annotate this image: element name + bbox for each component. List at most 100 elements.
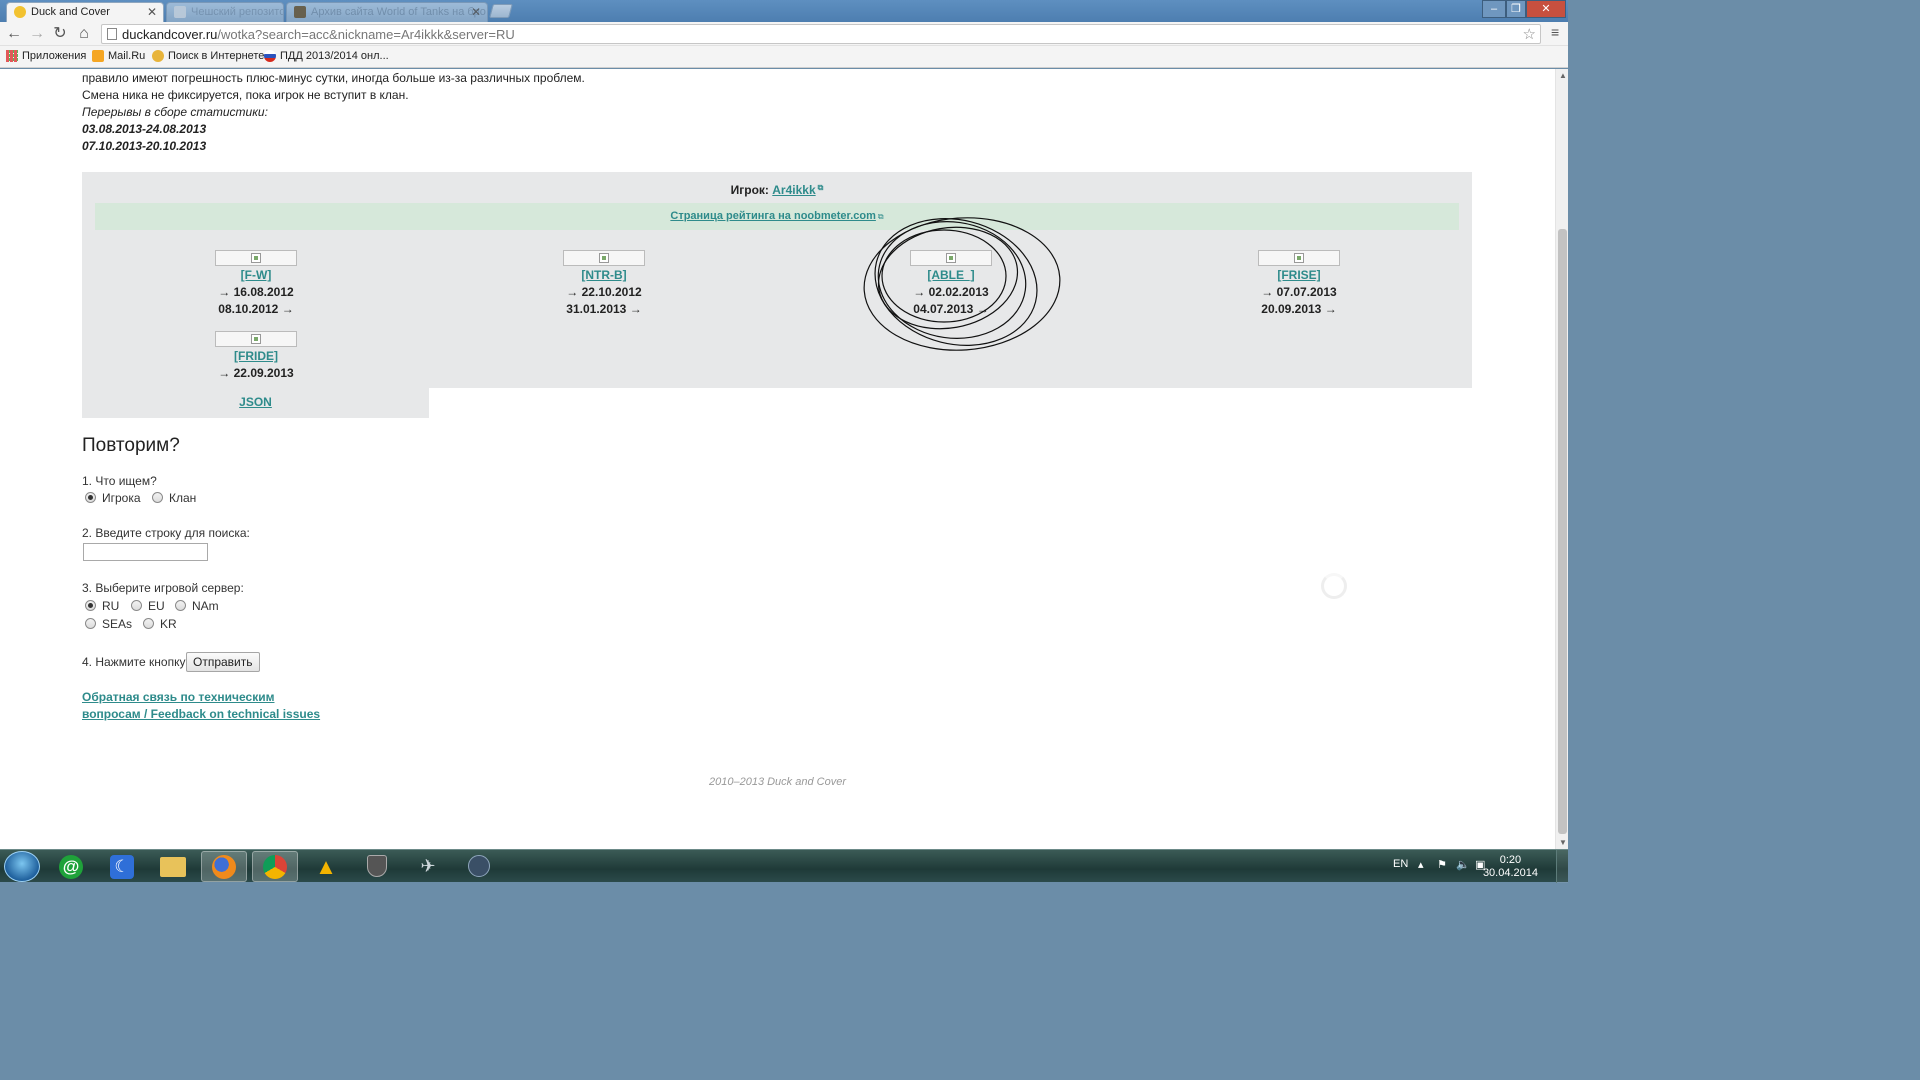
- app-circle-icon[interactable]: [456, 851, 502, 882]
- clan-tag-link[interactable]: [NTR-B]: [581, 268, 626, 282]
- json-link[interactable]: JSON: [239, 395, 272, 409]
- radio-dot[interactable]: [152, 492, 163, 503]
- question-2-label: 2. Введите строку для поиска:: [82, 526, 250, 540]
- clan-joined-date: → 16.08.2012: [218, 285, 294, 299]
- radio-player[interactable]: Игрока: [82, 491, 141, 505]
- maximize-button[interactable]: ❐: [1506, 0, 1526, 18]
- footer-copyright: 2010–2013 Duck and Cover: [709, 776, 846, 788]
- action-center-flag-icon[interactable]: ⚑: [1437, 858, 1447, 871]
- page-favicon-icon: [174, 6, 186, 18]
- clan-joined-date: → 22.09.2013: [218, 366, 294, 380]
- new-tab-button[interactable]: [489, 4, 513, 18]
- clan-entry: [FRIDE] → 22.09.2013: [156, 331, 356, 382]
- submit-button[interactable]: Отправить: [186, 652, 260, 672]
- form-title: Повторим?: [82, 435, 180, 456]
- home-icon[interactable]: ⌂: [74, 24, 94, 44]
- tab-background-2[interactable]: Архив сайта World of Tanks на бро ✕: [286, 2, 488, 22]
- clan-left-date: 31.01.2013 →: [566, 302, 642, 316]
- radio-dot[interactable]: [85, 600, 96, 611]
- loading-spinner-icon: [1321, 573, 1347, 599]
- radio-server-seas[interactable]: SEAs: [82, 617, 132, 631]
- clan-emblem-image: [1258, 250, 1340, 266]
- file-explorer-icon[interactable]: [150, 851, 196, 882]
- bookmarks-bar: Приложения Mail.Ru Поиск в Интернете ПДД…: [0, 46, 1568, 68]
- volume-icon[interactable]: 🔈: [1456, 858, 1470, 871]
- tab-duck-and-cover[interactable]: Duck and Cover ✕: [6, 2, 164, 22]
- scroll-up-icon[interactable]: ▲: [1559, 71, 1567, 80]
- system-clock[interactable]: 0:20 30.04.2014: [1483, 854, 1538, 880]
- forward-arrow-icon[interactable]: →: [27, 24, 47, 44]
- clan-tag-link[interactable]: [FRISE]: [1277, 268, 1320, 282]
- world-of-tanks-icon[interactable]: [354, 851, 400, 882]
- browser-toolbar: ← → ↻ ⌂ duckandcover.ru/wotka?search=acc…: [0, 22, 1568, 46]
- noobmeter-rating-link[interactable]: Страница рейтинга на noobmeter.com: [670, 210, 876, 222]
- clan-tag-link[interactable]: [F-W]: [241, 268, 272, 282]
- page-scrollbar[interactable]: ▲ ▼: [1555, 69, 1568, 849]
- close-window-button[interactable]: ✕: [1526, 0, 1566, 18]
- app-moon-icon[interactable]: ☾: [99, 851, 145, 882]
- radio-server-eu[interactable]: EU: [128, 599, 165, 613]
- firefox-icon[interactable]: [201, 851, 247, 882]
- intro-text-1: правило имеют погрешность плюс-минус сут…: [82, 71, 585, 85]
- player-nickname-link[interactable]: Ar4ikkk: [772, 183, 815, 197]
- world-of-warplanes-icon[interactable]: ✈: [405, 851, 451, 882]
- page-icon: [107, 28, 117, 40]
- start-button[interactable]: [4, 851, 40, 882]
- tab-title: Архив сайта World of Tanks на бро: [311, 6, 486, 18]
- bookmark-apps[interactable]: Приложения: [6, 50, 86, 62]
- player-panel: Игрок: Ar4ikkk ⧉ Страница рейтинга на noo…: [82, 172, 1472, 388]
- reload-icon[interactable]: ↻: [50, 24, 70, 44]
- radio-dot[interactable]: [143, 618, 154, 629]
- hand-drawn-circle: [863, 217, 1061, 351]
- show-hidden-icons-icon[interactable]: ▴: [1418, 858, 1424, 871]
- clan-emblem-image: [215, 250, 297, 266]
- warning-triangle-icon[interactable]: ▲: [303, 851, 349, 882]
- russia-flag-icon: [264, 50, 276, 62]
- radio-clan[interactable]: Клан: [149, 491, 196, 505]
- show-desktop-button[interactable]: [1556, 850, 1568, 883]
- bookmark-star-icon[interactable]: ☆: [1523, 25, 1536, 43]
- duck-favicon-icon: [14, 6, 26, 18]
- break-period-2: 07.10.2013-20.10.2013: [82, 139, 207, 153]
- intro-text-2: Смена ника не фиксируется, пока игрок не…: [82, 88, 409, 102]
- bookmark-mailru[interactable]: Mail.Ru: [92, 50, 145, 62]
- clan-entry: [NTR-B] → 22.10.2012 31.01.2013 →: [504, 250, 704, 318]
- minimize-button[interactable]: –: [1482, 0, 1506, 18]
- radio-dot[interactable]: [85, 492, 96, 503]
- radio-dot[interactable]: [131, 600, 142, 611]
- radio-server-ru[interactable]: RU: [82, 599, 119, 613]
- close-tab-icon[interactable]: ✕: [471, 5, 481, 19]
- bookmark-pdd[interactable]: ПДД 2013/2014 онл...: [264, 50, 389, 62]
- external-link-icon: ⧉: [817, 183, 824, 192]
- feedback-link[interactable]: Обратная связь по техническим вопросам /…: [82, 689, 320, 723]
- clan-tag-link[interactable]: [FRIDE]: [234, 349, 278, 363]
- radio-dot[interactable]: [85, 618, 96, 629]
- scroll-down-icon[interactable]: ▼: [1559, 838, 1567, 847]
- radio-dot[interactable]: [175, 600, 186, 611]
- menu-icon[interactable]: ≡: [1551, 25, 1563, 39]
- radio-server-kr[interactable]: KR: [140, 617, 177, 631]
- apps-grid-icon: [6, 50, 18, 62]
- clan-left-date: 08.10.2012 →: [218, 302, 294, 316]
- language-indicator[interactable]: EN: [1393, 858, 1408, 870]
- clan-emblem-image: [215, 331, 297, 347]
- search-input[interactable]: [83, 543, 208, 561]
- close-tab-icon[interactable]: ✕: [147, 5, 157, 19]
- question-3-label: 3. Выберите игровой сервер:: [82, 581, 244, 595]
- clan-entry: [F-W] → 16.08.2012 08.10.2012 →: [156, 250, 356, 318]
- address-bar[interactable]: duckandcover.ru/wotka?search=acc&nicknam…: [101, 24, 1541, 44]
- tab-title: Duck and Cover: [31, 6, 110, 18]
- wot-favicon-icon: [294, 6, 306, 18]
- mail-agent-icon[interactable]: @: [48, 851, 94, 882]
- chrome-icon[interactable]: [252, 851, 298, 882]
- radio-server-nam[interactable]: NAm: [172, 599, 219, 613]
- bookmark-search[interactable]: Поиск в Интернете: [152, 50, 264, 62]
- break-period-1: 03.08.2013-24.08.2013: [82, 122, 207, 136]
- mailru-icon: [92, 50, 104, 62]
- search-globe-icon: [152, 50, 164, 62]
- tab-background-1[interactable]: Чешский репозиторий: [166, 2, 284, 22]
- tab-strip: Duck and Cover ✕ Чешский репозиторий Арх…: [0, 0, 1568, 22]
- scrollbar-thumb[interactable]: [1558, 229, 1567, 834]
- clan-entry: [FRISE] → 07.07.2013 20.09.2013 →: [1199, 250, 1399, 318]
- back-arrow-icon[interactable]: ←: [4, 24, 24, 44]
